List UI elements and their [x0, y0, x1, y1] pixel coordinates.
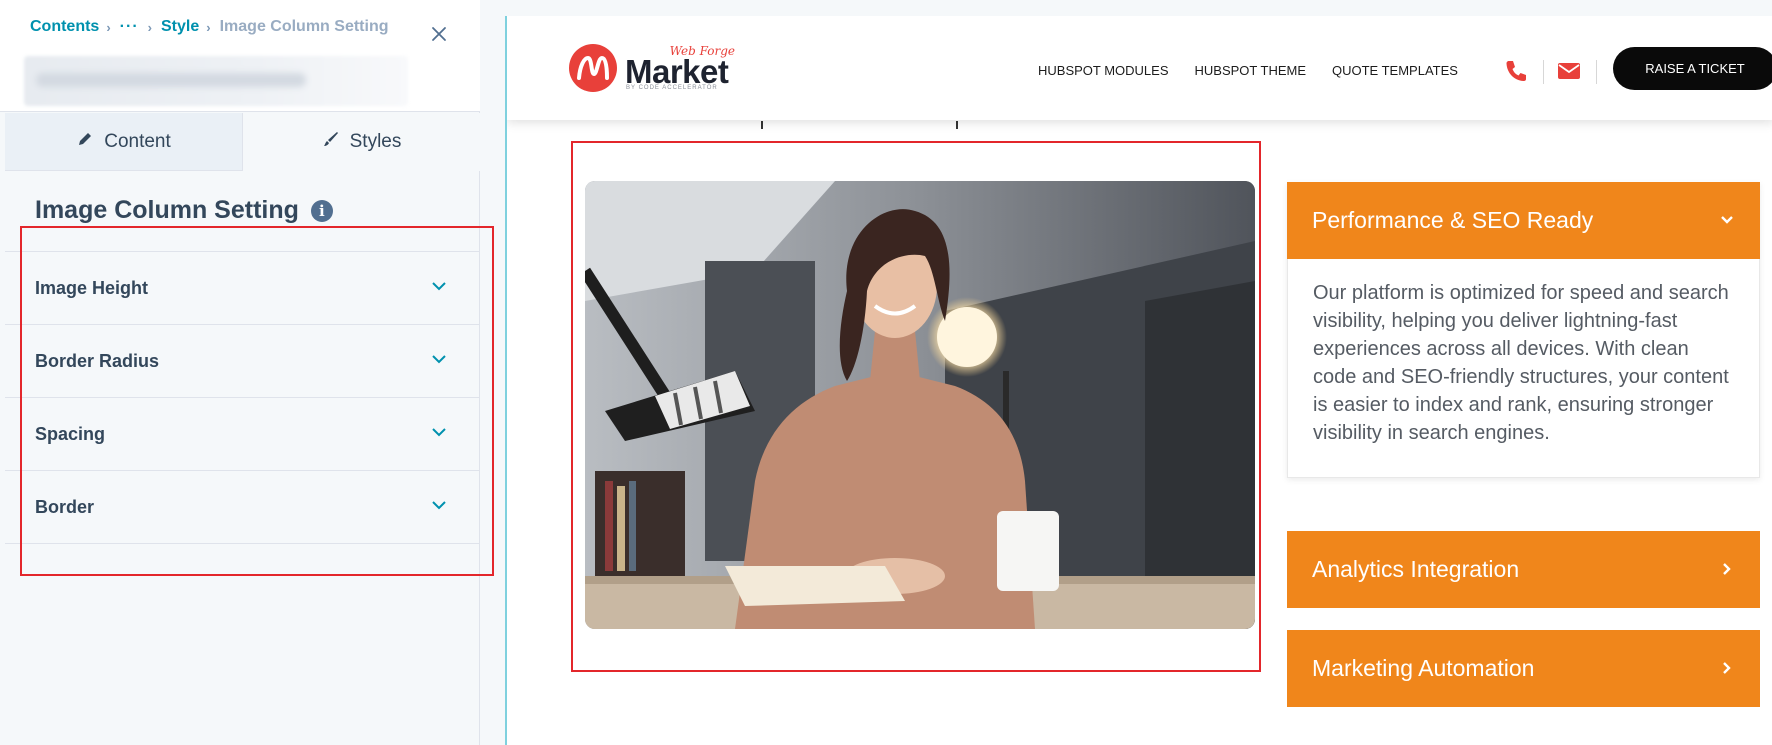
- breadcrumb-ellipsis[interactable]: ···: [120, 18, 139, 36]
- chevron-down-icon: [430, 423, 448, 446]
- tab-styles[interactable]: Styles: [243, 113, 480, 171]
- feature-accordion-marketing: Marketing Automation: [1287, 630, 1760, 707]
- tab-styles-label: Styles: [349, 131, 402, 152]
- feature-accordion-analytics: Analytics Integration: [1287, 531, 1760, 608]
- accordion-label: Image Height: [35, 277, 149, 298]
- section-title: Image Column Setting i: [35, 196, 333, 225]
- breadcrumb-contents[interactable]: Contents: [30, 18, 99, 36]
- accordion-title: Performance & SEO Ready: [1312, 207, 1594, 233]
- editor-window: Contents › ··· › Style › Image Column Se…: [0, 0, 1772, 745]
- breadcrumb-style[interactable]: Style: [161, 18, 199, 36]
- chevron-down-icon: [430, 277, 448, 300]
- accordion-title: Analytics Integration: [1312, 556, 1520, 582]
- accordion-label: Border: [35, 496, 95, 517]
- logo-tagline: BY CODE ACCELERATOR: [626, 85, 718, 91]
- chevron-down-icon: [1719, 207, 1735, 234]
- accordion-header[interactable]: Analytics Integration: [1287, 531, 1760, 608]
- accordion-image-height[interactable]: Image Height: [5, 252, 480, 325]
- site-logo[interactable]: Web Forge Market BY CODE ACCELERATOR: [569, 44, 735, 92]
- tab-content[interactable]: Content: [5, 113, 243, 171]
- close-icon[interactable]: [427, 22, 451, 46]
- panel-tabs: Content Styles: [5, 113, 480, 171]
- accordion-header[interactable]: Marketing Automation: [1287, 630, 1760, 707]
- accordion-border-radius[interactable]: Border Radius: [5, 325, 480, 398]
- brush-icon: [322, 130, 340, 154]
- accordion-label: Border Radius: [35, 350, 160, 371]
- info-icon[interactable]: i: [310, 199, 333, 222]
- accordion-label: Spacing: [35, 423, 106, 444]
- settings-panel: Contents › ··· › Style › Image Column Se…: [0, 0, 480, 745]
- nav-hubspot-modules[interactable]: HUBSPOT MODULES: [1038, 63, 1169, 78]
- nav-hubspot-theme[interactable]: HUBSPOT THEME: [1195, 63, 1306, 78]
- mail-icon[interactable]: [1556, 58, 1582, 84]
- logo-mark-icon: [569, 44, 617, 92]
- logo-wordmark: Web Forge Market BY CODE ACCELERATOR: [625, 44, 735, 92]
- nav-quote-templates[interactable]: QUOTE TEMPLATES: [1332, 63, 1458, 78]
- section-title-text: Image Column Setting: [35, 196, 299, 224]
- chevron-right-icon: ›: [106, 19, 111, 35]
- chevron-right-icon: [1719, 655, 1735, 682]
- style-accordion: Image Height Border Radius Spacing Borde…: [5, 251, 480, 577]
- nav-divider: [1543, 60, 1544, 84]
- accordion-body: Our platform is optimized for speed and …: [1287, 259, 1760, 478]
- breadcrumb-current: Image Column Setting: [219, 18, 389, 35]
- raise-ticket-button[interactable]: RAISE A TICKET: [1613, 47, 1772, 90]
- feature-accordion-performance: Performance & SEO Ready Our platform is …: [1287, 182, 1760, 478]
- blurred-module-name: [24, 56, 408, 106]
- pencil-icon: [76, 130, 94, 154]
- page-preview: Web Forge Market BY CODE ACCELERATOR HUB…: [505, 16, 1772, 745]
- accordion-spacer: [5, 544, 480, 577]
- nav-divider: [1596, 60, 1597, 84]
- chevron-down-icon: [430, 496, 448, 519]
- panel-header: Contents › ··· › Style › Image Column Se…: [0, 0, 480, 112]
- phone-icon[interactable]: [1503, 58, 1529, 84]
- chevron-down-icon: [430, 350, 448, 373]
- accordion-header[interactable]: Performance & SEO Ready: [1287, 182, 1760, 259]
- site-header: Web Forge Market BY CODE ACCELERATOR HUB…: [507, 16, 1772, 120]
- chevron-right-icon: ›: [206, 19, 211, 35]
- tab-content-label: Content: [104, 130, 171, 152]
- chevron-right-icon: [1719, 556, 1735, 583]
- site-nav: HUBSPOT MODULES HUBSPOT THEME QUOTE TEMP…: [1038, 63, 1458, 78]
- accordion-spacing[interactable]: Spacing: [5, 398, 480, 471]
- accordion-title: Marketing Automation: [1312, 655, 1535, 681]
- breadcrumb: Contents › ··· › Style › Image Column Se…: [30, 18, 389, 36]
- chevron-right-icon: ›: [147, 19, 152, 35]
- featured-image[interactable]: [585, 181, 1255, 629]
- accordion-border[interactable]: Border: [5, 471, 480, 544]
